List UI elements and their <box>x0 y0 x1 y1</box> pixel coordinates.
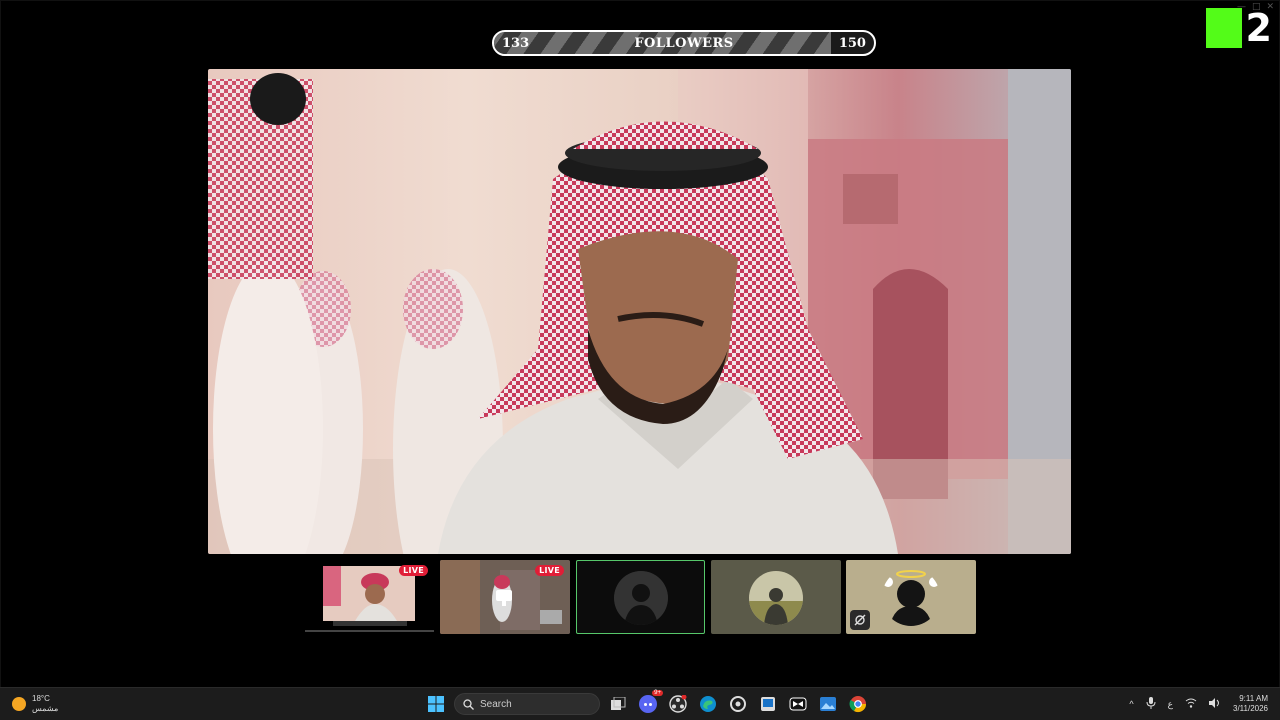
followers-label: FOLLOWERS <box>634 35 734 51</box>
chrome-icon[interactable] <box>846 692 870 716</box>
photos-icon[interactable] <box>816 692 840 716</box>
volume-icon[interactable] <box>1209 698 1221 710</box>
video-frame-image <box>208 69 1071 554</box>
kick-logo-number: 2 <box>1245 6 1272 50</box>
thumb-participant-5[interactable] <box>846 560 976 634</box>
search-placeholder: Search <box>480 698 512 710</box>
thumb-participant-4[interactable] <box>711 560 841 634</box>
weather-condition: مشمس <box>32 704 59 713</box>
discord-icon[interactable]: 9+ <box>636 690 663 716</box>
wifi-icon[interactable] <box>1185 698 1197 710</box>
participant-avatar <box>749 571 803 625</box>
obs-icon[interactable] <box>666 692 690 716</box>
thumb-participant-3[interactable] <box>576 560 705 634</box>
weather-temp: 18°C <box>32 694 50 703</box>
clock[interactable]: 9:11 AM 3/11/2026 <box>1233 694 1268 714</box>
kick-logo: 2 <box>1205 6 1272 50</box>
followers-goal: 150 <box>838 35 866 51</box>
microphone-icon[interactable] <box>1146 697 1156 711</box>
taskbar-apps: Search 9+ <box>424 690 870 716</box>
windows-start-icon[interactable] <box>424 692 448 716</box>
weather-widget[interactable]: 18°C مشمس <box>12 694 58 714</box>
participant-avatar <box>882 568 940 626</box>
kick-k-icon <box>1205 8 1242 48</box>
search-icon <box>463 698 474 710</box>
discord-badge: 9+ <box>652 690 663 696</box>
participant-avatar <box>614 571 668 625</box>
steam-icon[interactable] <box>726 692 750 716</box>
mute-icon[interactable] <box>850 610 870 630</box>
sun-icon <box>12 697 26 711</box>
clock-time: 9:11 AM <box>1239 694 1268 703</box>
live-badge: LIVE <box>535 565 564 576</box>
live-badge: LIVE <box>399 565 428 576</box>
clock-date: 3/11/2026 <box>1233 704 1268 713</box>
thumb-screen-share[interactable]: LIVE <box>305 560 434 634</box>
followers-goal-bar: 133 FOLLOWERS 150 <box>492 30 876 56</box>
system-tray: ^ ع 9:11 AM 3/11/2026 <box>1129 688 1268 720</box>
language-indicator[interactable]: ع <box>1168 699 1173 710</box>
main-video[interactable] <box>208 69 1071 554</box>
capcut-icon[interactable] <box>786 692 810 716</box>
followers-current: 133 <box>502 35 530 51</box>
edge-icon[interactable] <box>696 692 720 716</box>
taskbar-search[interactable]: Search <box>454 693 600 715</box>
thumb-camera-live[interactable]: LIVE <box>440 560 570 634</box>
taskbar: 18°C مشمس Search 9+ ^ ع 9:11 AM 3/11/202… <box>0 687 1280 720</box>
app-icon[interactable] <box>756 692 780 716</box>
task-view-icon[interactable] <box>606 692 630 716</box>
tray-chevron-icon[interactable]: ^ <box>1129 699 1133 709</box>
